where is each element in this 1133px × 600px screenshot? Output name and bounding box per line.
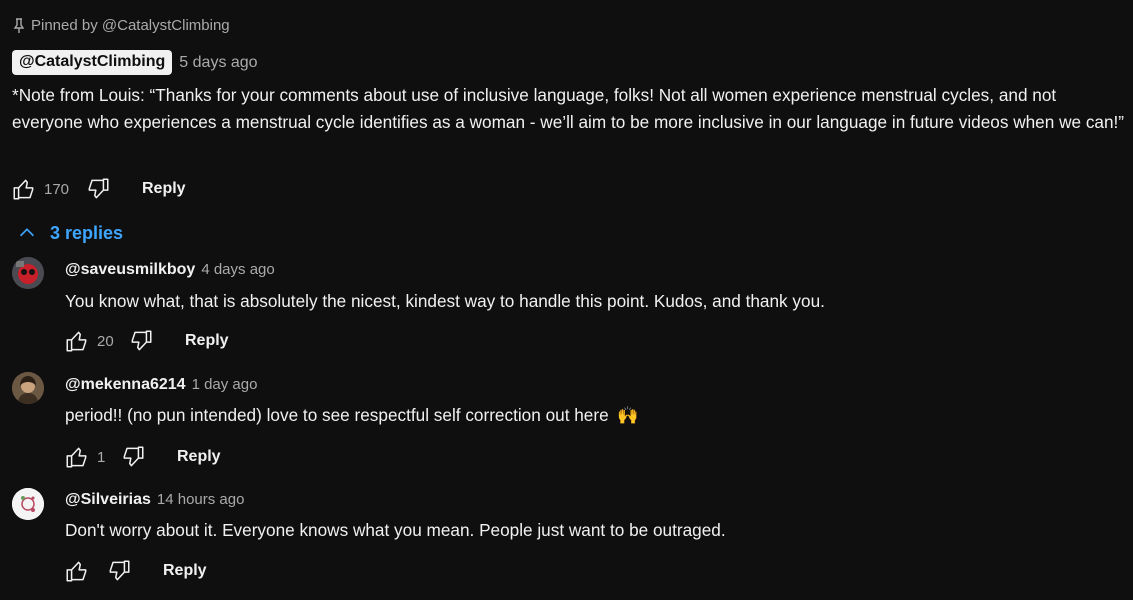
avatar[interactable] [12, 257, 44, 289]
dislike-button[interactable] [127, 327, 155, 355]
like-button[interactable] [63, 443, 91, 471]
avatar-image [12, 372, 44, 404]
like-count: 20 [97, 332, 114, 350]
thumbs-down-icon [123, 446, 144, 467]
reply-actions: Reply [63, 557, 207, 585]
reply-text: You know what, that is absolutely the ni… [65, 291, 825, 311]
reply-button[interactable]: Reply [142, 180, 186, 198]
like-button[interactable] [63, 557, 91, 585]
avatar-image [12, 257, 44, 289]
thumbs-down-icon [88, 178, 109, 199]
reply-author[interactable]: @mekenna6214 [65, 376, 186, 394]
like-button[interactable] [10, 175, 38, 203]
chevron-up-icon [19, 228, 35, 237]
raised-hands-emoji: 🙌 [617, 405, 639, 425]
avatar[interactable] [12, 488, 44, 520]
replies-toggle[interactable]: 3 replies [16, 222, 123, 244]
comment-actions: 170 Reply [10, 175, 186, 203]
thumbs-down-icon [109, 560, 130, 581]
pin-icon [13, 17, 25, 33]
comment-text: *Note from Louis: “Thanks for your comme… [12, 85, 1125, 132]
reply-button[interactable]: Reply [185, 332, 229, 350]
reply-timestamp[interactable]: 14 hours ago [157, 491, 245, 508]
reply-text-body: period!! (no pun intended) love to see r… [65, 405, 609, 425]
comment-header: @CatalystClimbing 5 days ago [12, 50, 258, 75]
avatar[interactable] [12, 372, 44, 404]
thumbs-up-icon [66, 447, 87, 468]
reply-author[interactable]: @Silveirias [65, 491, 151, 509]
reply-button[interactable]: Reply [163, 562, 207, 580]
reply-text: Don't worry about it. Everyone knows wha… [65, 520, 726, 540]
replies-count: 3 replies [50, 222, 124, 243]
reply-actions: 1 Reply [63, 443, 221, 471]
like-count: 170 [44, 180, 70, 198]
pinned-label: Pinned by @CatalystClimbing [12, 17, 230, 34]
pinned-by-text: Pinned by @CatalystClimbing [31, 17, 230, 34]
thumbs-up-icon [66, 331, 87, 352]
like-button[interactable] [63, 327, 91, 355]
reply-header: @mekenna6214 1 day ago [65, 376, 257, 394]
thumbs-up-icon [13, 179, 34, 200]
dislike-button[interactable] [105, 557, 133, 585]
reply-button[interactable]: Reply [177, 448, 221, 466]
comment-author-chip[interactable]: @CatalystClimbing [12, 50, 173, 75]
reply-header: @saveusmilkboy 4 days ago [65, 261, 275, 279]
comment-timestamp[interactable]: 5 days ago [179, 54, 257, 72]
reply-text: period!! (no pun intended) love to see r… [65, 405, 639, 426]
reply-author[interactable]: @saveusmilkboy [65, 261, 195, 279]
reply-header: @Silveirias 14 hours ago [65, 491, 244, 509]
reply-actions: 20 Reply [63, 327, 229, 355]
dislike-button[interactable] [84, 175, 112, 203]
reply-timestamp[interactable]: 4 days ago [201, 261, 274, 278]
reply-timestamp[interactable]: 1 day ago [192, 376, 258, 393]
avatar-image [12, 488, 44, 520]
like-count: 1 [97, 448, 106, 466]
thumbs-up-icon [66, 561, 87, 582]
thumbs-down-icon [131, 330, 152, 351]
dislike-button[interactable] [119, 443, 147, 471]
